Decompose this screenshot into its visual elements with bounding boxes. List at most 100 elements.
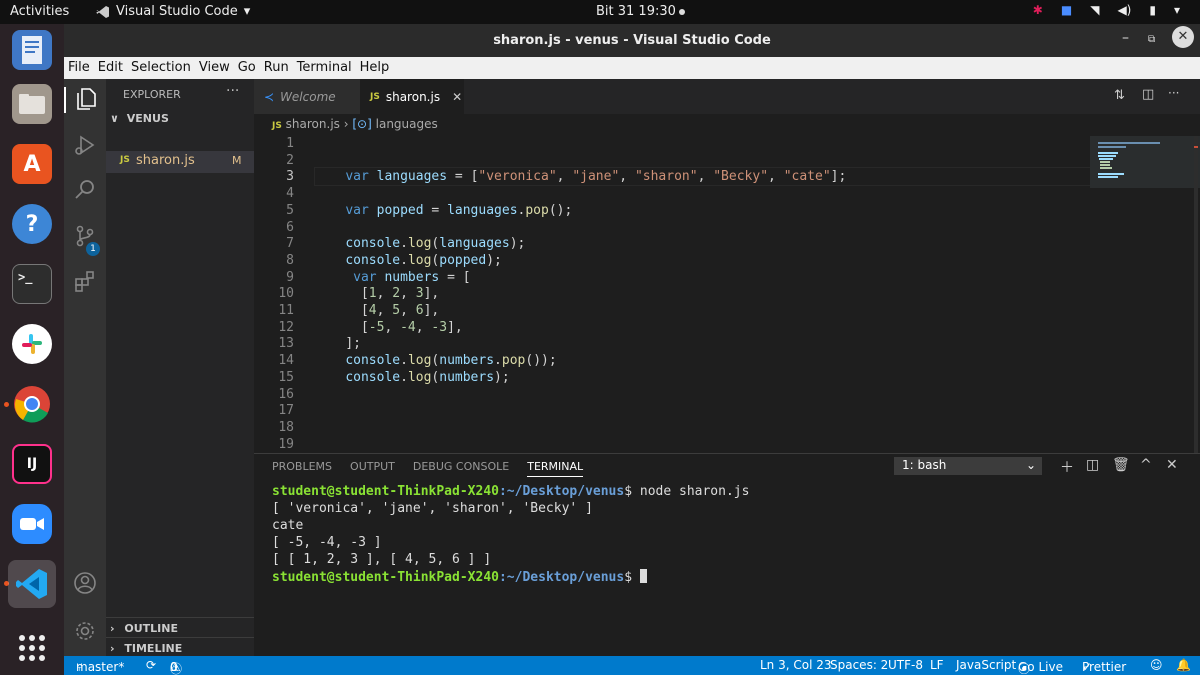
warning-count: 0 bbox=[170, 660, 178, 674]
menu-selection[interactable]: Selection bbox=[127, 57, 195, 79]
activity-bar: 1 bbox=[64, 79, 106, 656]
breadcrumb-separator-icon: › bbox=[343, 117, 349, 131]
code-line[interactable]: var numbers = [ bbox=[314, 270, 470, 287]
show-applications-icon[interactable] bbox=[12, 628, 52, 668]
minimize-button[interactable]: – bbox=[1122, 30, 1129, 46]
code-line[interactable]: console.log(languages); bbox=[314, 236, 525, 253]
js-file-icon: JS bbox=[120, 155, 130, 165]
chevron-right-icon: › bbox=[110, 642, 115, 655]
timeline-section[interactable]: › TIMELINE bbox=[106, 637, 254, 656]
vscode-icon[interactable] bbox=[8, 560, 56, 608]
tab-terminal[interactable]: TERMINAL bbox=[527, 460, 584, 477]
battery-icon[interactable]: ▮ bbox=[1149, 3, 1156, 17]
code-line[interactable]: var popped = languages.pop(); bbox=[314, 203, 572, 220]
wifi-icon[interactable]: ◥ bbox=[1090, 3, 1099, 17]
code-line[interactable]: [4, 5, 6], bbox=[314, 303, 439, 320]
line-number: 2 bbox=[286, 152, 294, 168]
menu-go[interactable]: Go bbox=[234, 57, 260, 79]
slack-tray-icon[interactable]: ✱ bbox=[1033, 3, 1043, 17]
menu-view[interactable]: View bbox=[195, 57, 234, 79]
vscode-small-icon bbox=[96, 5, 109, 18]
tab-welcome[interactable]: ≺ Welcome bbox=[254, 79, 360, 114]
menu-file[interactable]: File bbox=[64, 57, 94, 79]
tab-output[interactable]: OUTPUT bbox=[350, 460, 395, 477]
kill-terminal-icon[interactable]: 🗑 bbox=[1112, 457, 1130, 473]
editor-group: ≺ Welcome JS sharon.js ✕ ⇅ ◫ ··· JS shar… bbox=[254, 79, 1200, 453]
ubuntu-software-icon[interactable]: A bbox=[12, 144, 52, 184]
outline-section[interactable]: › OUTLINE bbox=[106, 617, 254, 637]
split-editor-icon[interactable]: ◫ bbox=[1142, 87, 1154, 102]
terminal-select[interactable]: 1: bash ⌄ bbox=[894, 457, 1042, 475]
clock[interactable]: Bit 31 19:30 bbox=[596, 4, 676, 19]
code-line[interactable]: console.log(numbers.pop()); bbox=[314, 353, 556, 370]
explorer-icon[interactable] bbox=[64, 87, 106, 113]
prompt-path: :~/Desktop/venus bbox=[498, 484, 625, 499]
minimap[interactable] bbox=[1090, 136, 1200, 453]
files-icon[interactable] bbox=[12, 84, 52, 124]
terminal-output-line: [ 'veronica', 'jane', 'sharon', 'Becky' … bbox=[272, 501, 593, 516]
terminal-output[interactable]: student@student-ThinkPad-X240:~/Desktop/… bbox=[272, 484, 749, 586]
menu-edit[interactable]: Edit bbox=[94, 57, 127, 79]
vscode-tab-icon: ≺ bbox=[264, 89, 275, 104]
close-tab-icon[interactable]: ✕ bbox=[452, 90, 462, 104]
line-ending[interactable]: LF bbox=[930, 658, 944, 672]
restore-button[interactable]: ⧉ bbox=[1148, 34, 1155, 45]
extensions-icon[interactable] bbox=[72, 269, 98, 295]
breadcrumb-file[interactable]: sharon.js bbox=[286, 117, 340, 131]
folder-venus[interactable]: ∨ VENUS bbox=[106, 112, 254, 132]
zoom-icon[interactable] bbox=[12, 504, 52, 544]
chrome-icon[interactable] bbox=[12, 384, 52, 424]
cursor-position[interactable]: Ln 3, Col 23 bbox=[760, 658, 832, 672]
zoom-tray-icon[interactable]: ■ bbox=[1061, 3, 1072, 17]
accounts-icon[interactable] bbox=[72, 571, 98, 597]
split-terminal-icon[interactable]: ◫ bbox=[1086, 457, 1099, 473]
notifications-bell-icon[interactable]: 🔔 bbox=[1176, 658, 1191, 672]
tab-sharon-js[interactable]: JS sharon.js ✕ bbox=[360, 79, 464, 114]
libreoffice-writer-icon[interactable] bbox=[12, 30, 52, 70]
file-sharon-js[interactable]: JS sharon.js M bbox=[106, 151, 254, 173]
code-line[interactable]: [-5, -4, -3], bbox=[314, 320, 463, 337]
maximize-panel-icon[interactable]: ^ bbox=[1140, 457, 1152, 473]
menu-help[interactable]: Help bbox=[356, 57, 394, 79]
slack-icon[interactable] bbox=[12, 324, 52, 364]
run-debug-icon[interactable] bbox=[72, 133, 98, 159]
code-editor[interactable]: 123 var languages = ["veronica", "jane",… bbox=[254, 136, 1154, 453]
menu-run[interactable]: Run bbox=[260, 57, 293, 79]
js-file-icon: JS bbox=[272, 121, 282, 131]
more-actions-icon[interactable]: ··· bbox=[1168, 86, 1179, 100]
intellij-icon[interactable]: IJ bbox=[12, 444, 52, 484]
activities-button[interactable]: Activities bbox=[10, 4, 69, 19]
code-line[interactable]: console.log(numbers); bbox=[314, 370, 509, 387]
breadcrumb-symbol[interactable]: languages bbox=[376, 117, 438, 131]
tab-problems[interactable]: PROBLEMS bbox=[272, 460, 332, 477]
close-window-button[interactable]: ✕ bbox=[1172, 26, 1194, 48]
app-menu[interactable]: Visual Studio Code ▾ bbox=[96, 4, 250, 19]
timeline-label: TIMELINE bbox=[124, 642, 183, 655]
indentation[interactable]: Spaces: 2 bbox=[830, 658, 888, 672]
more-actions-icon[interactable]: ··· bbox=[226, 83, 239, 99]
terminal-select-value: 1: bash bbox=[902, 458, 947, 472]
terminal-icon[interactable]: >_ bbox=[12, 264, 52, 304]
title-bar[interactable]: sharon.js - venus - Visual Studio Code –… bbox=[64, 24, 1200, 57]
system-tray[interactable]: ✱ ■ ◥ ◀) ▮ ▾ bbox=[1033, 3, 1180, 17]
feedback-icon[interactable]: ☺ bbox=[1150, 658, 1163, 672]
search-icon[interactable] bbox=[72, 177, 98, 203]
new-terminal-icon[interactable]: ＋ bbox=[1060, 457, 1074, 477]
open-changes-icon[interactable]: ⇅ bbox=[1114, 88, 1125, 103]
menu-terminal[interactable]: Terminal bbox=[293, 57, 356, 79]
volume-icon[interactable]: ◀) bbox=[1117, 3, 1131, 17]
explorer-title: EXPLORER bbox=[123, 88, 181, 101]
code-line[interactable]: var languages = ["veronica", "jane", "sh… bbox=[314, 169, 846, 186]
encoding[interactable]: UTF-8 bbox=[888, 658, 923, 672]
code-line[interactable]: ]; bbox=[314, 336, 361, 353]
tab-debug-console[interactable]: DEBUG CONSOLE bbox=[413, 460, 509, 477]
sync-icon[interactable]: ⟳ bbox=[146, 658, 156, 672]
help-icon[interactable]: ? bbox=[12, 204, 52, 244]
language-mode[interactable]: JavaScript bbox=[956, 658, 1016, 672]
code-line[interactable]: console.log(popped); bbox=[314, 253, 502, 270]
code-line[interactable]: [1, 2, 3], bbox=[314, 286, 439, 303]
prompt-path: :~/Desktop/venus bbox=[498, 570, 625, 585]
settings-gear-icon[interactable] bbox=[72, 619, 98, 645]
power-menu-icon[interactable]: ▾ bbox=[1174, 3, 1180, 17]
close-panel-icon[interactable]: ✕ bbox=[1166, 457, 1178, 473]
